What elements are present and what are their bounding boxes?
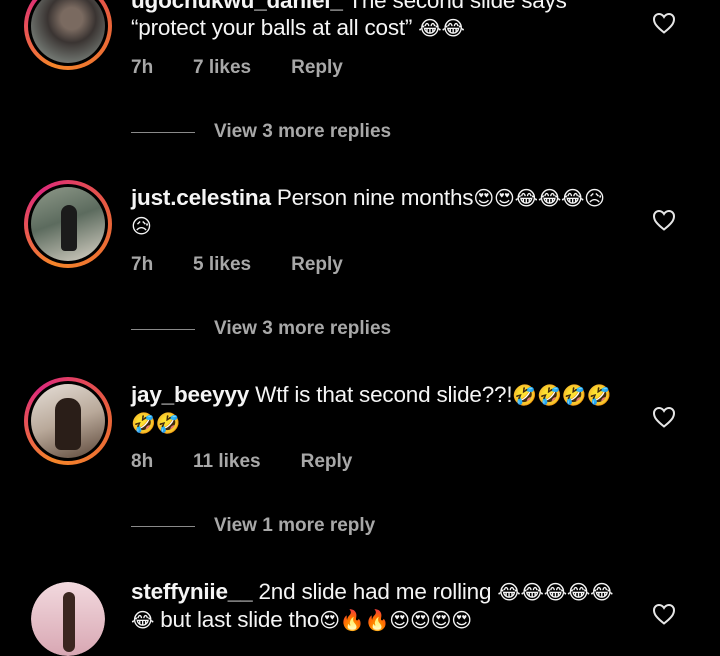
comment-text: steffyniie__ 2nd slide had me rolling 😂😂… [131, 578, 621, 634]
comment-emoji-continued: 😍🔥🔥😍😍😍😍 [319, 608, 472, 632]
heart-icon[interactable] [652, 603, 676, 625]
comment-username[interactable]: steffyniie__ [131, 579, 253, 604]
comment-body-continued: but last slide tho [160, 607, 320, 632]
comment-body: 2nd slide had me rolling [258, 579, 492, 604]
avatar[interactable] [31, 582, 105, 656]
comment-item: steffyniie__ 2nd slide had me rolling 😂😂… [0, 0, 720, 656]
avatar-photo [31, 582, 105, 656]
